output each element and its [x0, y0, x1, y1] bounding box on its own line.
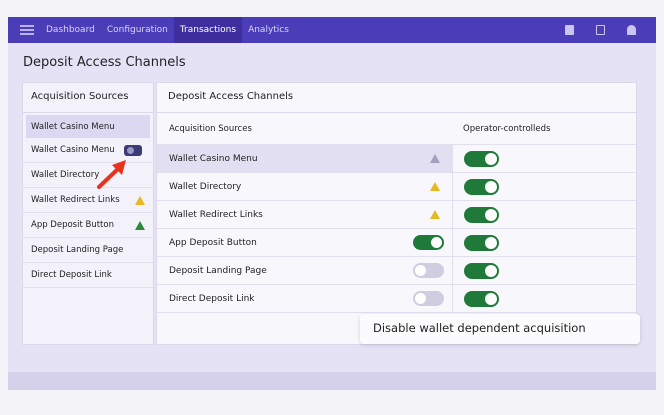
- source-toggle[interactable]: [413, 235, 444, 250]
- list-item[interactable]: Wallet Casino Menu: [26, 115, 150, 138]
- app-window: Dashboard Configuration Transactions Ana…: [8, 17, 656, 390]
- list-item[interactable]: App Deposit Button: [23, 213, 153, 238]
- row-label: Deposit Landing Page: [169, 265, 267, 276]
- warning-icon: [430, 210, 440, 219]
- row-label: Wallet Redirect Links: [169, 209, 263, 220]
- item-label: Wallet Redirect Links: [31, 195, 120, 205]
- source-toggle[interactable]: [413, 263, 444, 278]
- list-item[interactable]: Wallet Redirect Links: [23, 188, 153, 213]
- hamburger-menu-icon[interactable]: [20, 25, 34, 35]
- mini-toggle[interactable]: [124, 144, 142, 156]
- top-nav: Dashboard Configuration Transactions Ana…: [8, 17, 656, 43]
- nav-dashboard[interactable]: Dashboard: [40, 17, 101, 43]
- table-header: Acquisition Sources Operator-controlleds: [157, 113, 636, 145]
- list-item[interactable]: Wallet Directory: [23, 163, 153, 188]
- item-label: App Deposit Button: [31, 220, 114, 230]
- nav-transactions[interactable]: Transactions: [173, 17, 243, 43]
- warning-icon: [430, 154, 440, 163]
- item-label: Direct Deposit Link: [31, 270, 112, 280]
- operator-toggle[interactable]: [464, 206, 499, 223]
- table-row[interactable]: Direct Deposit Link: [157, 285, 636, 313]
- list-item[interactable]: Deposit Landing Page: [23, 238, 153, 263]
- operator-toggle[interactable]: [464, 290, 499, 307]
- item-label: Deposit Landing Page: [31, 245, 124, 255]
- nav-configuration[interactable]: Configuration: [101, 17, 174, 43]
- item-label: Wallet Casino Menu: [31, 121, 115, 132]
- page-title: Deposit Access Channels: [23, 55, 186, 70]
- list-item[interactable]: Direct Deposit Link: [23, 263, 153, 288]
- operator-toggle[interactable]: [464, 150, 499, 167]
- item-label: Wallet Casino Menu: [31, 145, 115, 155]
- table-row[interactable]: Wallet Directory: [157, 173, 636, 201]
- operator-toggle[interactable]: [464, 234, 499, 251]
- deposit-channels-panel: Deposit Access Channels Acquisition Sour…: [156, 82, 637, 345]
- table-row[interactable]: Deposit Landing Page: [157, 257, 636, 285]
- warning-icon: [430, 182, 440, 191]
- document-icon[interactable]: [596, 25, 605, 35]
- row-label: Wallet Directory: [169, 181, 242, 192]
- table-row[interactable]: Wallet Redirect Links: [157, 201, 636, 229]
- list-item[interactable]: Wallet Casino Menu: [23, 138, 153, 163]
- operator-toggle[interactable]: [464, 178, 499, 195]
- warning-icon: [135, 195, 145, 205]
- bell-icon[interactable]: [627, 25, 636, 35]
- col-header: Acquisition Sources: [169, 123, 252, 134]
- tooltip: Disable wallet dependent acquisition: [360, 314, 640, 344]
- red-arrow-icon: [97, 160, 126, 189]
- warning-icon: [135, 220, 145, 230]
- source-toggle[interactable]: [413, 291, 444, 306]
- row-label: App Deposit Button: [169, 237, 257, 248]
- acquisition-sources-panel: Acquisition Sources Wallet Casino Menu W…: [22, 82, 154, 345]
- panel-title: Deposit Access Channels: [157, 83, 636, 113]
- nav-analytics[interactable]: Analytics: [242, 17, 295, 43]
- table-row[interactable]: Wallet Casino Menu: [157, 145, 636, 173]
- chat-icon[interactable]: [565, 25, 574, 35]
- item-label: Wallet Directory: [31, 170, 100, 180]
- table-row[interactable]: App Deposit Button: [157, 229, 636, 257]
- panel-title: Acquisition Sources: [23, 83, 153, 113]
- row-label: Direct Deposit Link: [169, 293, 255, 304]
- col-header: Operator-controlleds: [463, 123, 551, 134]
- footer-band: [8, 372, 656, 390]
- row-label: Wallet Casino Menu: [169, 153, 258, 164]
- operator-toggle[interactable]: [464, 262, 499, 279]
